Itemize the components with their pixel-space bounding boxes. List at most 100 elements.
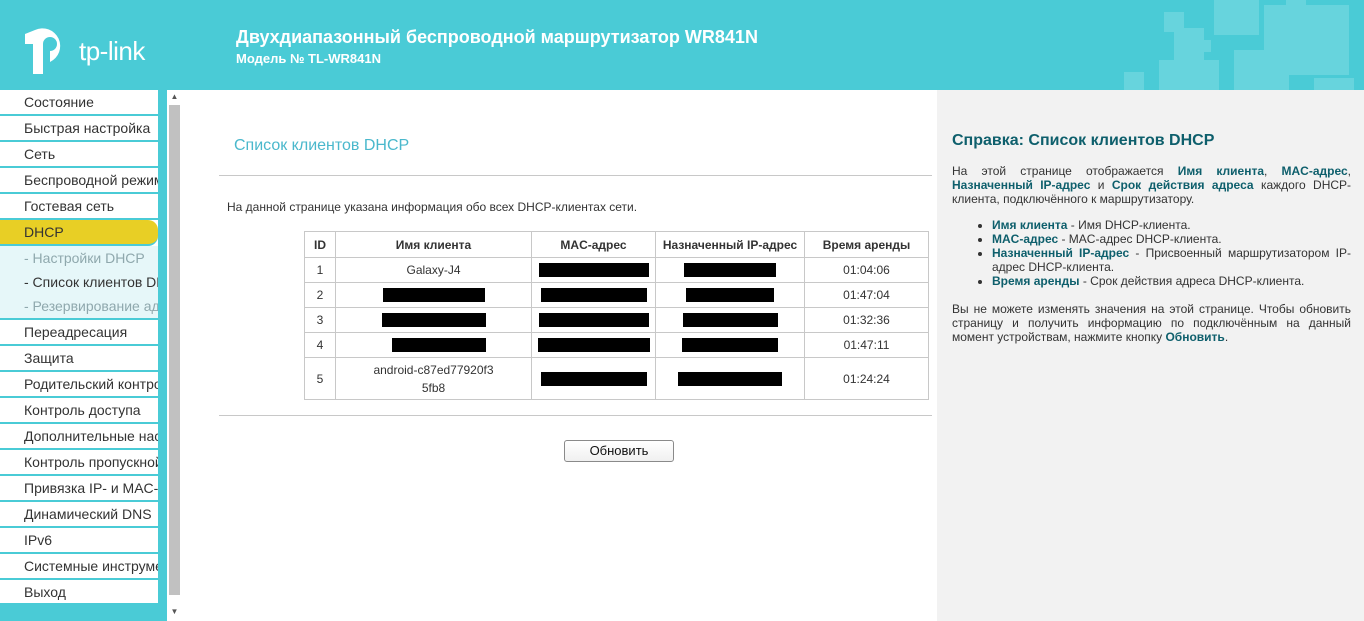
dhcp-clients-table: ID Имя клиента MAC-адрес Назначенный IP-… [304,231,929,400]
table-row: 4 01:47:11 [304,332,929,358]
cell-lease-time: 01:47:11 [804,332,929,358]
dhcp-submenu: - Настройки DHCP - Список клиентов DHCP … [0,246,158,320]
cell-client-name [335,282,532,308]
help-list-item: Назначенный IP-адрес - Присвоенный маршр… [992,246,1351,274]
sidebar-item-security[interactable]: Защита [0,346,158,372]
sidebar-item-network[interactable]: Сеть [0,142,158,168]
page-description: На данной странице указана информация об… [227,200,638,214]
cell-lease-time: 01:32:36 [804,307,929,333]
sidebar-item-status[interactable]: Состояние [0,90,158,116]
scroll-up-arrow-icon[interactable]: ▲ [167,92,182,104]
help-text: На этой странице отображается [952,164,1178,178]
help-list-key: Время аренды [992,274,1080,288]
help-text: , [1264,164,1282,178]
cell-mac-address [531,357,656,400]
help-list-text: - Имя DHCP-клиента. [1067,218,1191,232]
scroll-thumb[interactable] [169,105,180,595]
main-content: Список клиентов DHCP На данной странице … [182,90,937,621]
sidebar-item-logout[interactable]: Выход [0,580,158,603]
column-header-id: ID [304,231,336,258]
help-text: , [1347,164,1351,178]
help-list-item: MAC-адрес - MAC-адрес DHCP-клиента. [992,232,1351,246]
cell-client-name [335,307,532,333]
logo-text: tp-link [79,36,145,66]
cell-assigned-ip [655,357,805,400]
product-title: Двухдиапазонный беспроводной маршрутизат… [236,27,758,47]
cell-id: 5 [304,357,336,400]
help-text: . [1224,330,1229,344]
refresh-button[interactable]: Обновить [564,440,674,462]
help-key-mac: MAC-адрес [1281,164,1348,178]
cell-id: 4 [304,332,336,358]
sidebar-item-quick-setup[interactable]: Быстрая настройка [0,116,158,142]
cell-mac-address [531,282,656,308]
redaction-bar [382,288,485,303]
client-name-line-1: android-c87ed77920f3 [373,362,494,377]
column-header-assigned-ip: Назначенный IP-адрес [655,231,805,258]
redaction-bar [682,338,778,353]
sidebar-item-ipv6[interactable]: IPv6 [0,528,158,554]
sidebar-scrollbar[interactable]: ▲ ▼ [167,90,182,621]
help-list-text: - MAC-адрес DHCP-клиента. [1058,232,1222,246]
divider [219,175,932,176]
sidebar-item-bandwidth-control[interactable]: Контроль пропускной способности [0,450,158,476]
redaction-bar [682,313,778,328]
help-panel: Справка: Список клиентов DHCP На этой ст… [937,90,1364,621]
client-name-line-2: 5fb8 [421,380,446,395]
help-title: Справка: Список клиентов DHCP [952,132,1215,149]
cell-assigned-ip [655,307,805,333]
help-list: Имя клиента - Имя DHCP-клиента. MAC-адре… [952,218,1351,288]
table-header-row: ID Имя клиента MAC-адрес Назначенный IP-… [304,231,929,258]
sidebar-item-ip-mac-binding[interactable]: Привязка IP- и MAC-адресов [0,476,158,502]
column-header-lease-time: Время аренды [804,231,929,258]
table-row: 1 Galaxy-J4 01:04:06 [304,257,929,283]
divider [219,415,932,416]
redaction-bar [540,371,647,386]
help-list-text: - Срок действия адреса DHCP-клиента. [1079,274,1305,288]
sidebar-item-advanced-settings[interactable]: Дополнительные настройки [0,424,158,450]
sidebar-item-dhcp[interactable]: DHCP [0,220,158,246]
sidebar-item-guest-network[interactable]: Гостевая сеть [0,194,158,220]
help-list-key: Имя клиента [992,218,1068,232]
redaction-bar [540,288,647,303]
redaction-bar [684,263,776,278]
sidebar-subitem-dhcp-client-list[interactable]: - Список клиентов DHCP [0,270,158,294]
sidebar-item-system-tools[interactable]: Системные инструменты [0,554,158,580]
redaction-bar [686,288,774,303]
help-key-client-name: Имя клиента [1177,164,1264,178]
cell-client-name [335,332,532,358]
help-list-key: Назначенный IP-адрес [992,246,1130,260]
redaction-bar [381,313,486,328]
sidebar: Состояние Быстрая настройка Сеть Беспров… [0,90,182,621]
sidebar-item-wireless[interactable]: Беспроводной режим [0,168,158,194]
sidebar-item-parental-control[interactable]: Родительский контроль [0,372,158,398]
redaction-bar [538,263,649,278]
help-key-ip: Назначенный IP-адрес [952,178,1091,192]
help-outro: Вы не можете изменять значения на этой с… [952,302,1351,344]
sidebar-item-access-control[interactable]: Контроль доступа [0,398,158,424]
header: tp-link Двухдиапазонный беспроводной мар… [0,0,1364,90]
redaction-bar [537,338,650,353]
cell-assigned-ip [655,332,805,358]
sidebar-menu: Состояние Быстрая настройка Сеть Беспров… [0,90,158,603]
sidebar-item-dynamic-dns[interactable]: Динамический DNS [0,502,158,528]
redaction-bar [538,313,649,328]
sidebar-item-forwarding[interactable]: Переадресация [0,320,158,346]
cell-mac-address [531,257,656,283]
cell-client-name: Galaxy-J4 [335,257,532,283]
help-key-lease: Срок действия адреса [1111,178,1254,192]
cell-id: 1 [304,257,336,283]
cell-mac-address [531,307,656,333]
page-title: Список клиентов DHCP [234,137,410,154]
table-row: 3 01:32:36 [304,307,929,333]
sidebar-subitem-dhcp-settings[interactable]: - Настройки DHCP [0,246,158,270]
sidebar-subitem-address-reservation[interactable]: - Резервирование адресов [0,294,158,318]
model-number: Модель № TL-WR841N [236,51,381,66]
help-list-item: Имя клиента - Имя DHCP-клиента. [992,218,1351,232]
help-list-key: MAC-адрес [992,232,1059,246]
table-row: 5 android-c87ed77920f3 5fb8 01:24:24 [304,357,929,400]
help-list-item: Время аренды - Срок действия адреса DHCP… [992,274,1351,288]
redaction-bar [678,371,782,386]
scroll-down-arrow-icon[interactable]: ▼ [167,607,182,619]
header-decoration [1124,0,1354,90]
